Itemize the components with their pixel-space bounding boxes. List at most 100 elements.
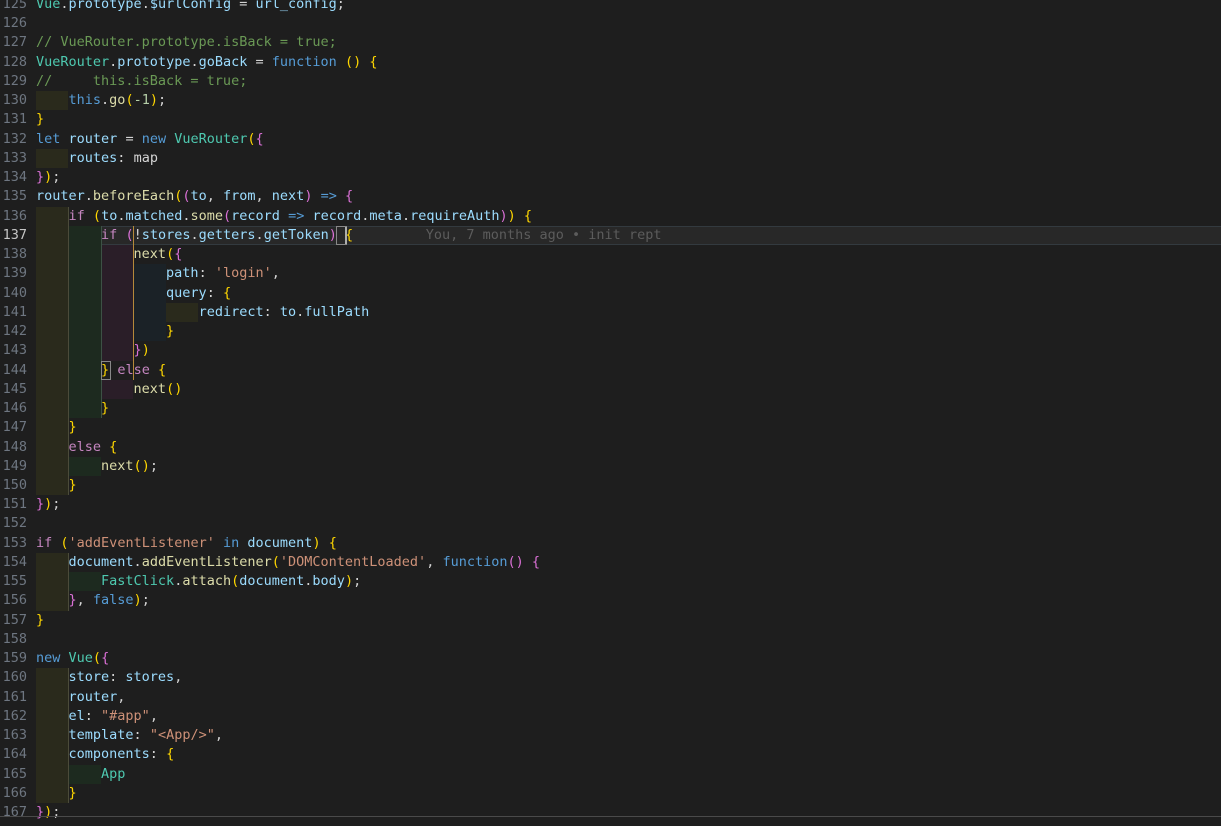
code-line[interactable]: 160 store: stores, — [0, 668, 1221, 688]
code-line[interactable]: 159 new Vue({ — [0, 649, 1221, 668]
code-line[interactable]: 152 — [0, 514, 1221, 533]
indent-guide-line — [100, 399, 102, 419]
line-number: 139 — [2, 265, 27, 282]
code-line[interactable]: 157} — [0, 611, 1221, 630]
code-text: } — [68, 784, 77, 801]
indent-guide-line — [68, 706, 70, 727]
code-text: path: 'login', — [166, 265, 280, 282]
line-number: 160 — [2, 669, 27, 686]
code-text: router, — [68, 688, 126, 705]
code-line[interactable]: 148 else { — [0, 437, 1221, 457]
line-number: 150 — [2, 477, 27, 493]
code-text: } — [68, 477, 77, 493]
code-line[interactable]: 144 } else { — [0, 360, 1221, 380]
code-line[interactable]: 145 next() — [0, 379, 1221, 400]
code-line[interactable]: 154 document.addEventListener('DOMConten… — [0, 552, 1221, 573]
code-line[interactable]: 138 next({ — [0, 245, 1221, 265]
bracket-scope-line — [133, 264, 135, 284]
code-line[interactable]: 156 }, false); — [0, 591, 1221, 611]
code-text: if (!stores.getters.getToken) { — [101, 226, 354, 243]
code-text: let router = new VueRouter({ — [36, 130, 264, 147]
code-line[interactable]: 126 — [0, 14, 1221, 33]
code-line[interactable]: 136 if (to.matched.some(record => record… — [0, 206, 1221, 226]
code-text: } — [36, 111, 45, 128]
line-number: 167 — [2, 804, 27, 821]
code-line[interactable]: 163 template: "<App/>", — [0, 726, 1221, 746]
indent-guide-line — [68, 360, 70, 380]
code-line[interactable]: 164 components: { — [0, 745, 1221, 765]
code-line[interactable]: 151}); — [0, 495, 1221, 514]
bracket-scope-line — [133, 283, 135, 303]
line-number: 130 — [2, 92, 27, 109]
indent-guide-line — [68, 283, 70, 303]
code-text: next() — [133, 380, 183, 397]
code-text: if (to.matched.some(record => record.met… — [68, 207, 533, 224]
code-line[interactable]: 133 routes: map — [0, 148, 1221, 169]
code-line[interactable]: 127 // VueRouter.prototype.isBack = true; — [0, 33, 1221, 52]
code-text: if ('addEventListener' in document) { — [36, 534, 337, 551]
line-number: 155 — [2, 573, 27, 590]
code-editor[interactable]: 125 Vue.prototype.$urlConfig = url_config… — [0, 0, 1221, 826]
code-line[interactable]: 135 router.beforeEach((to, from, next) =>… — [0, 187, 1221, 206]
line-number: 149 — [2, 457, 27, 474]
code-line[interactable]: 128 VueRouter.prototype.goBack = function… — [0, 53, 1221, 72]
git-blame-annotation[interactable]: You, 7 months ago • init rept — [426, 226, 662, 245]
code-line[interactable]: 165 App — [0, 764, 1221, 784]
indent-guide-line — [68, 225, 70, 246]
line-number: 126 — [2, 15, 27, 32]
code-line[interactable]: 141 redirect: to.fullPath — [0, 302, 1221, 323]
code-text: template: "<App/>", — [68, 727, 223, 744]
code-line[interactable]: 131} — [0, 110, 1221, 129]
indent-guide-line — [68, 437, 70, 457]
code-text: } — [36, 611, 45, 628]
line-number: 163 — [2, 727, 27, 744]
line-number: 133 — [2, 149, 27, 166]
code-line[interactable]: 130 this.go(-1); — [0, 91, 1221, 111]
indent-guide-line — [100, 302, 102, 323]
code-line[interactable]: 129 // this.isBack = true; — [0, 72, 1221, 91]
code-line[interactable]: 139 path: 'login', — [0, 264, 1221, 284]
code-text: FastClick.attach(document.body); — [101, 573, 362, 590]
code-text: routes: map — [68, 149, 158, 166]
code-line[interactable]: 132 let router = new VueRouter({ — [0, 130, 1221, 149]
code-line[interactable]: 166 } — [0, 783, 1221, 804]
code-line[interactable]: 134}); — [0, 168, 1221, 187]
bracket-scope-line — [133, 225, 135, 246]
indent-guide-line — [68, 476, 70, 496]
code-line[interactable]: 125 Vue.prototype.$urlConfig = url_config… — [0, 0, 1221, 14]
indent-guide-line — [100, 264, 102, 284]
line-number: 125 — [2, 0, 27, 12]
indent-guide-line — [68, 418, 70, 438]
code-line[interactable]: 150 } — [0, 476, 1221, 496]
code-line[interactable]: 146 } — [0, 399, 1221, 419]
code-line[interactable]: 158 — [0, 630, 1221, 649]
code-line[interactable]: 142 } — [0, 322, 1221, 342]
indent-guide-line — [68, 341, 70, 361]
line-number: 129 — [2, 72, 27, 89]
indent-guide-line — [100, 245, 102, 265]
line-number: 138 — [2, 246, 27, 263]
code-text: } — [68, 419, 77, 436]
code-line[interactable]: 147 } — [0, 418, 1221, 438]
line-number: 137 — [2, 226, 27, 243]
code-text: App — [101, 765, 126, 782]
bracket-scope-line — [133, 341, 135, 361]
indent-guide-line — [100, 341, 102, 361]
code-line[interactable]: 167}); — [0, 803, 1221, 822]
indent-guide-line — [68, 399, 70, 419]
line-number: 142 — [2, 323, 27, 340]
code-line[interactable]: 155 FastClick.attach(document.body); — [0, 572, 1221, 592]
code-line[interactable]: 161 router, — [0, 687, 1221, 707]
indent-guide-line — [68, 206, 70, 226]
editor-bottom-separator — [0, 816, 1221, 817]
code-line[interactable]: 140 query: { — [0, 283, 1221, 303]
code-line[interactable]: 153 if ('addEventListener' in document) { — [0, 534, 1221, 553]
line-number: 136 — [2, 207, 27, 224]
code-line[interactable]: 149 next(); — [0, 456, 1221, 476]
line-number: 165 — [2, 765, 27, 782]
code-line[interactable]: 143 }) — [0, 341, 1221, 361]
code-text: components: { — [68, 746, 175, 763]
line-number: 151 — [2, 496, 27, 513]
bracket-scope-line — [133, 322, 135, 342]
code-line[interactable]: 162 el: "#app", — [0, 706, 1221, 727]
